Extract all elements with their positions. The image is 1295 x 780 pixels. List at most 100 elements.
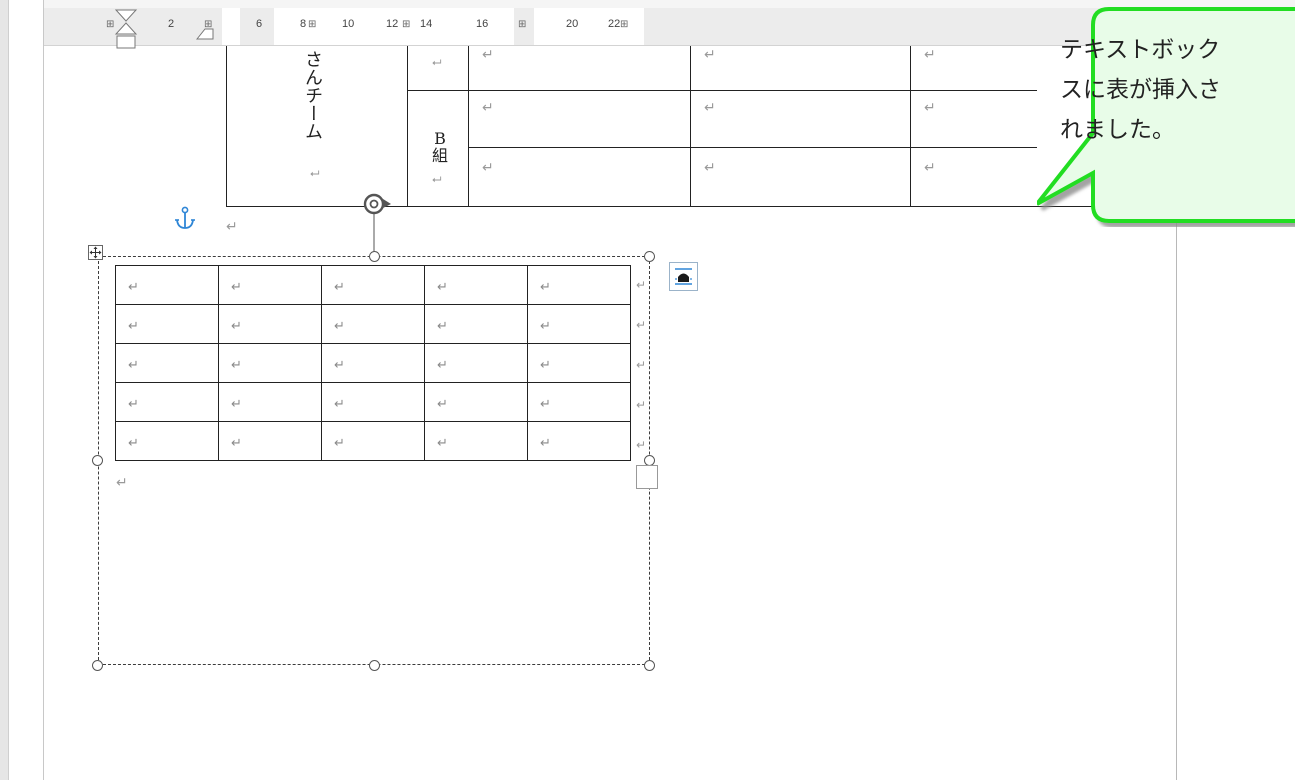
row-end-mark: ↵ bbox=[636, 438, 647, 452]
cell-end-mark: ⮠ bbox=[432, 55, 442, 69]
ruler-white-segment bbox=[534, 8, 644, 45]
cell-mark: ↵ bbox=[334, 435, 345, 451]
cell-mark: ↵ bbox=[924, 160, 936, 176]
table-cell[interactable]: ↵ bbox=[115, 382, 219, 422]
cell-mark: ↵ bbox=[334, 396, 345, 412]
cell-mark: ↵ bbox=[482, 160, 494, 176]
table-cell[interactable]: ↵ bbox=[527, 304, 631, 344]
ruler-number: 2 bbox=[168, 18, 175, 30]
ruler-number: 6 bbox=[256, 18, 263, 30]
ruler-number: 8 bbox=[300, 18, 307, 30]
cell-mark: ↵ bbox=[704, 160, 716, 176]
cell-mark: ↵ bbox=[231, 279, 242, 295]
ruler-column-marker[interactable]: ⊞ bbox=[518, 19, 526, 30]
ruler-number: 10 bbox=[342, 18, 355, 30]
table-cell[interactable]: ↵ bbox=[527, 382, 631, 422]
table-cell[interactable]: ↵ bbox=[424, 421, 528, 461]
table-row: ↵ ↵ ↵ ↵ ↵ bbox=[115, 421, 631, 461]
cell-mark: ↵ bbox=[334, 357, 345, 373]
indent-marker-icon[interactable] bbox=[114, 8, 140, 60]
cell-mark: ↵ bbox=[540, 396, 551, 412]
cell-mark: ↵ bbox=[437, 318, 448, 334]
table-cell[interactable]: ↵ bbox=[115, 304, 219, 344]
cell-mark: ↵ bbox=[231, 318, 242, 334]
table-cell[interactable]: ↵ bbox=[424, 304, 528, 344]
table-cell[interactable]: ↵ bbox=[321, 265, 425, 305]
cell-end-mark: ⮠ bbox=[432, 172, 442, 186]
cell-mark: ↵ bbox=[231, 396, 242, 412]
cell-mark: ↵ bbox=[128, 357, 139, 373]
cell-mark: ↵ bbox=[128, 318, 139, 334]
cell-mark: ↵ bbox=[540, 357, 551, 373]
table-cell[interactable]: ↵ bbox=[424, 265, 528, 305]
table-cell[interactable]: ↵ bbox=[218, 265, 322, 305]
resize-handle-left[interactable] bbox=[92, 455, 103, 466]
paragraph-mark-after-table: ↵ bbox=[116, 475, 128, 491]
ruler-column-marker[interactable]: ⊞ bbox=[308, 19, 316, 30]
left-margin-gutter bbox=[9, 0, 44, 780]
resize-handle-bottom-right[interactable] bbox=[644, 660, 655, 671]
ruler-column-marker[interactable]: ⊞ bbox=[106, 19, 114, 30]
row-end-mark: ↵ bbox=[636, 358, 647, 372]
ruler-column-marker[interactable]: ⊞ bbox=[204, 19, 212, 30]
inserted-table[interactable]: ↵ ↵ ↵ ↵ ↵ ↵ ↵ ↵ ↵ ↵ ↵ ↵ ↵ ↵ ↵ ↵ ↵ ↵ ↵ ↵ ↵ ↵ ↵ ↵ ↵ bbox=[115, 265, 631, 461]
ruler-number: 12 bbox=[386, 18, 399, 30]
table-row: ↵ ↵ ↵ ↵ ↵ bbox=[115, 343, 631, 383]
cell-mark: ↵ bbox=[924, 100, 936, 116]
group-b-label: B 組 bbox=[428, 130, 452, 164]
cell-mark: ↵ bbox=[437, 357, 448, 373]
cell-mark: ↵ bbox=[540, 435, 551, 451]
cell-mark: ↵ bbox=[437, 396, 448, 412]
resize-handle-top-right[interactable] bbox=[644, 251, 655, 262]
table-resize-handle[interactable] bbox=[636, 465, 658, 489]
row-end-mark: ↵ bbox=[636, 318, 647, 332]
paragraph-mark: ↵ bbox=[226, 219, 238, 235]
table-cell[interactable]: ↵ bbox=[424, 343, 528, 383]
resize-handle-bottom-left[interactable] bbox=[92, 660, 103, 671]
group-b-letter: B bbox=[434, 129, 446, 148]
cell-mark: ↵ bbox=[482, 100, 494, 116]
table-cell[interactable]: ↵ bbox=[218, 421, 322, 461]
row-end-mark: ↵ bbox=[636, 278, 647, 292]
cell-mark: ↵ bbox=[128, 435, 139, 451]
cell-mark: ↵ bbox=[334, 318, 345, 334]
ruler-column-marker[interactable]: ⊞ bbox=[620, 19, 628, 30]
table-cell[interactable]: ↵ bbox=[115, 421, 219, 461]
cell-mark: ↵ bbox=[482, 47, 494, 63]
table-cell[interactable]: ↵ bbox=[527, 421, 631, 461]
table-cell[interactable]: ↵ bbox=[321, 382, 425, 422]
table-cell[interactable]: ↵ bbox=[218, 343, 322, 383]
anchor-icon[interactable] bbox=[174, 206, 196, 232]
table-move-handle-icon[interactable] bbox=[88, 245, 104, 261]
table-cell[interactable]: ↵ bbox=[115, 343, 219, 383]
left-window-edge bbox=[0, 0, 9, 780]
table-cell[interactable]: ↵ bbox=[321, 304, 425, 344]
rotate-handle-icon[interactable] bbox=[357, 188, 397, 258]
ruler-column-marker[interactable]: ⊞ bbox=[402, 19, 410, 30]
table-row: ↵ ↵ ↵ ↵ ↵ bbox=[115, 265, 631, 305]
table-cell[interactable]: ↵ bbox=[218, 382, 322, 422]
table-cell[interactable]: ↵ bbox=[424, 382, 528, 422]
ruler-number: 22 bbox=[608, 18, 621, 30]
team-name-vertical: さんチーム bbox=[302, 50, 323, 140]
group-kumi-text: 組 bbox=[431, 146, 448, 165]
table-cell[interactable]: ↵ bbox=[321, 421, 425, 461]
table-cell[interactable]: ↵ bbox=[527, 343, 631, 383]
table-cell[interactable]: ↵ bbox=[321, 343, 425, 383]
table-cell[interactable]: ↵ bbox=[218, 304, 322, 344]
cell-mark: ↵ bbox=[437, 435, 448, 451]
layout-options-icon[interactable] bbox=[669, 262, 699, 292]
cell-mark: ↵ bbox=[231, 357, 242, 373]
cell-mark: ↵ bbox=[128, 396, 139, 412]
table-cell[interactable]: ↵ bbox=[115, 265, 219, 305]
cell-mark: ↵ bbox=[334, 279, 345, 295]
cell-end-mark: ⮠ bbox=[310, 166, 320, 180]
callout-line-1: テキストボック bbox=[1060, 37, 1221, 63]
ruler-white-segment bbox=[222, 8, 240, 45]
resize-handle-bottom[interactable] bbox=[369, 660, 380, 671]
table-cell[interactable]: ↵ bbox=[527, 265, 631, 305]
cell-mark: ↵ bbox=[437, 279, 448, 295]
ruler-number: 20 bbox=[566, 18, 579, 30]
cell-mark: ↵ bbox=[924, 47, 936, 63]
resize-handle-top[interactable] bbox=[369, 251, 380, 262]
